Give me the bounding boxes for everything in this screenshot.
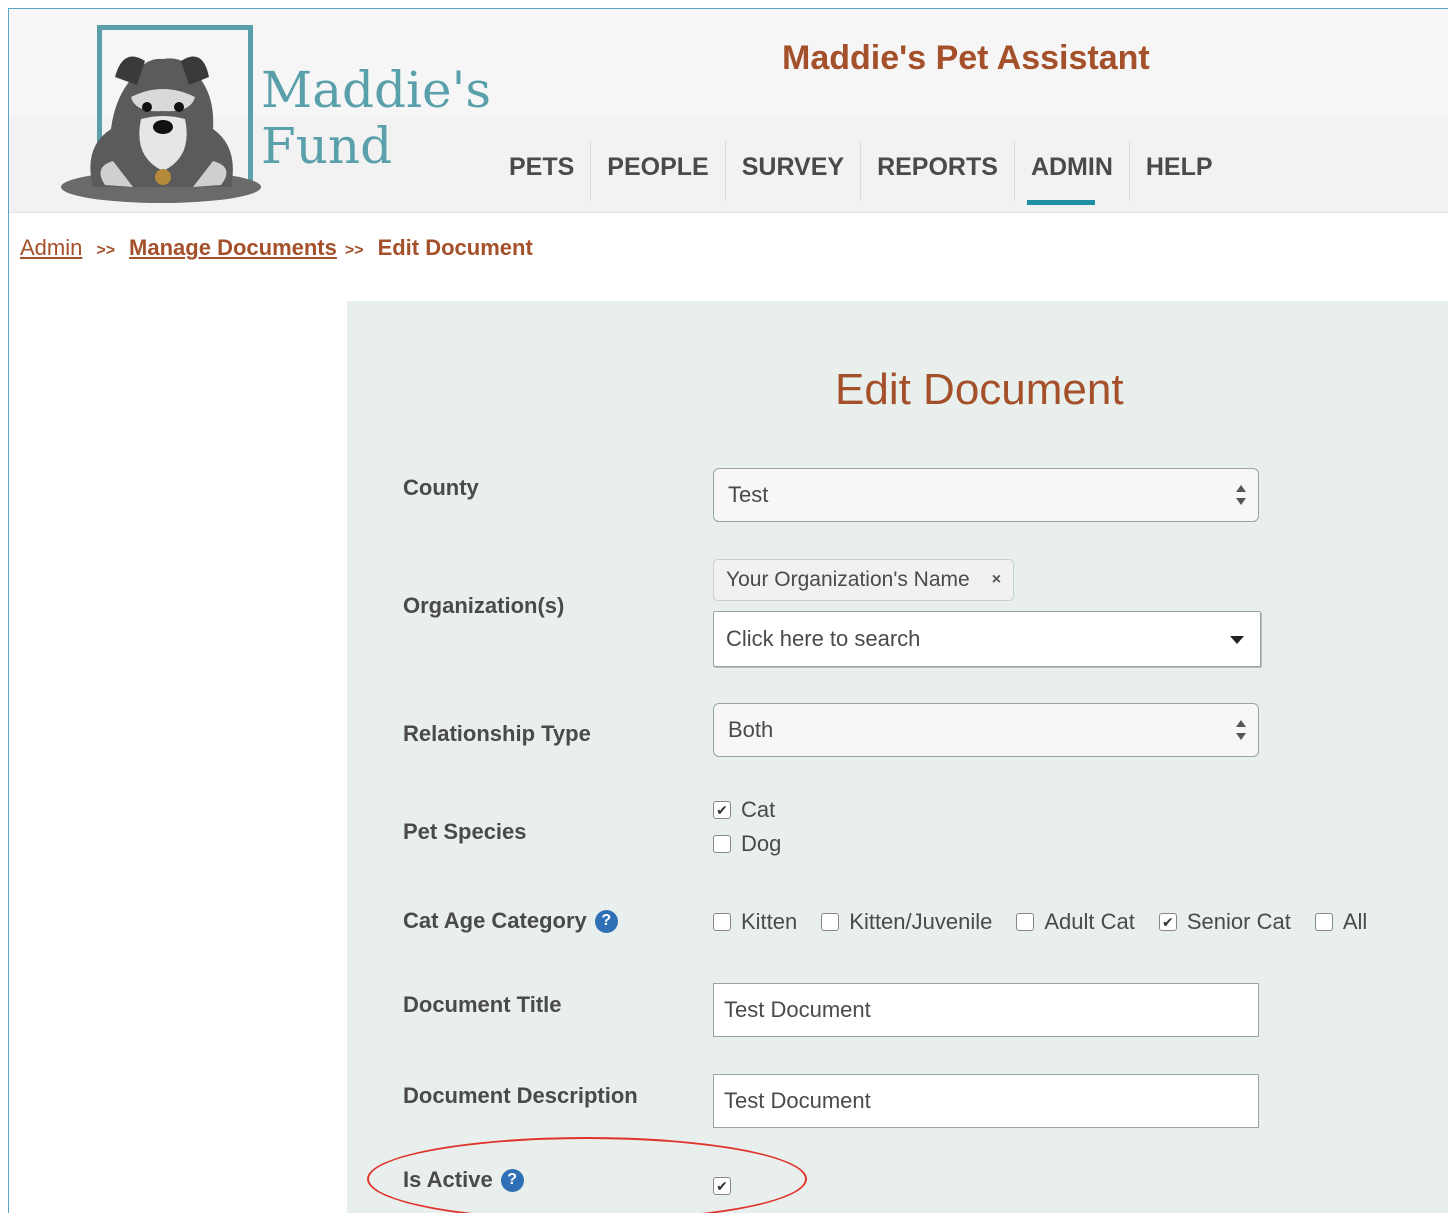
pet-species-dog[interactable]: Dog <box>713 831 781 857</box>
remove-tag-icon[interactable]: × <box>992 571 1001 589</box>
header: Maddie's Fund Maddie's Pet Assistant PET… <box>9 9 1448 213</box>
breadcrumb-current: Edit Document <box>377 235 533 260</box>
all-checkbox[interactable] <box>1314 913 1333 931</box>
kitten-checkbox[interactable] <box>713 913 731 931</box>
nav-help[interactable]: HELP <box>1128 141 1229 201</box>
brand-line-2: Fund <box>261 117 393 175</box>
breadcrumb-manage-documents-link[interactable]: Manage Documents <box>129 235 337 261</box>
cat-age-options: Kitten Kitten/Juvenile Adult Cat ✔ Senio… <box>713 909 1367 935</box>
document-description-input[interactable]: Test Document <box>713 1074 1259 1128</box>
organization-search-input[interactable]: Click here to search <box>713 611 1261 667</box>
app-frame: Maddie's Fund Maddie's Pet Assistant PET… <box>8 8 1448 1213</box>
county-select-value: Test <box>728 482 769 507</box>
organization-tag-label: Your Organization's Name <box>726 568 970 591</box>
breadcrumb-admin-link[interactable]: Admin <box>20 235 82 261</box>
senior-cat-option[interactable]: ✔ Senior Cat <box>1158 909 1291 935</box>
organization-search-placeholder: Click here to search <box>726 626 921 651</box>
nav-reports[interactable]: REPORTS <box>860 141 1014 201</box>
kitten-option[interactable]: Kitten <box>713 909 797 935</box>
document-description-label: Document Description <box>403 1083 638 1108</box>
pet-species-cat[interactable]: ✔ Cat <box>713 797 775 823</box>
help-icon[interactable]: ? <box>594 909 618 933</box>
cat-label: Cat <box>741 797 776 822</box>
county-label: County <box>403 475 479 500</box>
cat-checkbox[interactable]: ✔ <box>713 801 731 819</box>
relationship-type-label: Relationship Type <box>403 721 591 746</box>
cat-age-category-label: Cat Age Category ? <box>403 908 618 934</box>
maddies-fund-logo[interactable]: Maddie's Fund <box>49 19 529 209</box>
county-select[interactable]: Test <box>713 468 1259 522</box>
caret-down-icon <box>1230 636 1244 644</box>
adult-cat-option[interactable]: Adult Cat <box>1016 909 1135 935</box>
all-option[interactable]: All <box>1314 909 1368 935</box>
document-title-label: Document Title <box>403 992 562 1017</box>
breadcrumb: Admin >> Manage Documents >> Edit Docume… <box>20 235 533 261</box>
brand-line-1: Maddie's <box>261 61 492 119</box>
nav-survey[interactable]: SURVEY <box>724 141 860 201</box>
edit-document-panel: Edit Document County Test Organization(s… <box>347 301 1448 1213</box>
adult-cat-label: Adult Cat <box>1044 909 1135 934</box>
nav-people[interactable]: PEOPLE <box>590 141 724 201</box>
organizations-label: Organization(s) <box>403 593 565 618</box>
document-title-input[interactable]: Test Document <box>713 983 1259 1037</box>
select-arrows-icon <box>1236 483 1246 507</box>
organization-tag: Your Organization's Name × <box>713 559 1015 601</box>
dog-checkbox[interactable] <box>713 835 731 853</box>
nav-pets[interactable]: PETS <box>493 141 590 201</box>
kitten-label: Kitten <box>741 909 798 934</box>
select-arrows-icon <box>1236 718 1246 742</box>
kitten-juvenile-checkbox[interactable] <box>821 913 840 931</box>
kitten-juvenile-option[interactable]: Kitten/Juvenile <box>821 909 992 935</box>
relationship-type-select[interactable]: Both <box>713 703 1259 757</box>
document-description-value: Test Document <box>724 1088 871 1113</box>
breadcrumb-separator: >> <box>344 242 364 259</box>
document-title-value: Test Document <box>724 997 871 1022</box>
senior-cat-checkbox[interactable]: ✔ <box>1158 913 1177 931</box>
cat-age-category-text: Cat Age Category <box>403 908 587 933</box>
nav-admin[interactable]: ADMIN <box>1013 141 1129 205</box>
schnauzer-dog-icon <box>61 56 261 203</box>
pet-species-label: Pet Species <box>403 819 527 844</box>
annotation-ellipse <box>367 1137 807 1213</box>
adult-cat-checkbox[interactable] <box>1016 913 1035 931</box>
all-label: All <box>1342 909 1368 934</box>
senior-cat-label: Senior Cat <box>1186 909 1291 934</box>
form-title: Edit Document <box>835 365 1124 414</box>
main-nav: PETS PEOPLE SURVEY REPORTS ADMIN HELP <box>493 141 1229 205</box>
kitten-juvenile-label: Kitten/Juvenile <box>849 909 993 934</box>
breadcrumb-separator: >> <box>96 242 116 259</box>
app-title: Maddie's Pet Assistant <box>782 39 1150 77</box>
relationship-type-value: Both <box>728 717 774 742</box>
dog-label: Dog <box>741 831 782 856</box>
